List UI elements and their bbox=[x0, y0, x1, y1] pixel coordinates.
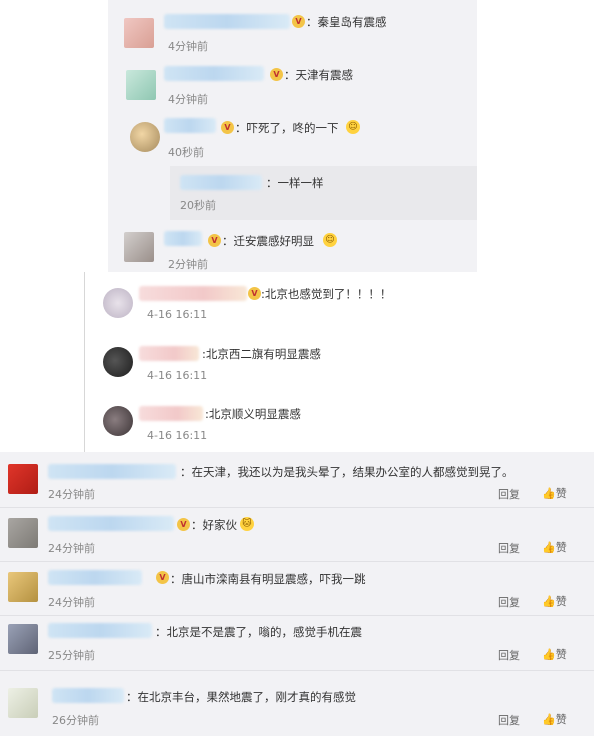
like-label: 赞 bbox=[555, 541, 567, 554]
avatar[interactable] bbox=[8, 518, 38, 548]
vip-badge-icon: V bbox=[248, 287, 261, 300]
avatar[interactable] bbox=[8, 688, 38, 718]
like-label: 赞 bbox=[555, 595, 567, 608]
username-blurred[interactable] bbox=[48, 464, 176, 479]
username-blurred[interactable] bbox=[139, 346, 199, 361]
thumbs-up-icon: 👍 bbox=[542, 713, 556, 726]
reply-button[interactable]: 回复 bbox=[498, 486, 520, 502]
divider bbox=[0, 670, 594, 671]
like-button[interactable]: 👍赞 bbox=[542, 539, 567, 555]
comment-text: ：迁安震感好明显 bbox=[222, 234, 314, 248]
like-label: 赞 bbox=[555, 648, 567, 661]
divider bbox=[0, 561, 594, 562]
avatar[interactable] bbox=[8, 572, 38, 602]
comment-text: :北京也感觉到了！！！！ bbox=[261, 287, 392, 301]
comment-panel-a: V ：秦皇岛有震感 4分钟前 V ：天津有震感 4分钟前 V ：吓死了，咚的一下… bbox=[108, 0, 477, 272]
sub-reply-time: 20秒前 bbox=[180, 199, 216, 212]
comment-text: ：在天津，我还以为是我头晕了，结果办公室的人都感觉到晃了。 bbox=[180, 465, 514, 479]
sub-reply-text: ：一样一样 bbox=[266, 176, 324, 190]
thumbs-up-icon: 👍 bbox=[542, 595, 556, 608]
like-button[interactable]: 👍赞 bbox=[542, 646, 567, 662]
comment-text: ：好家伙 bbox=[191, 518, 237, 532]
avatar[interactable] bbox=[8, 464, 38, 494]
comment-text: ：天津有震感 bbox=[284, 68, 353, 82]
sub-reply: ：一样一样 20秒前 bbox=[170, 166, 477, 220]
thumbs-up-icon: 👍 bbox=[542, 648, 556, 661]
thumbs-up-icon: 👍 bbox=[542, 541, 556, 554]
divider bbox=[0, 615, 594, 616]
username-blurred[interactable] bbox=[48, 570, 142, 585]
comment-time: 40秒前 bbox=[168, 146, 204, 159]
like-button[interactable]: 👍赞 bbox=[542, 711, 567, 727]
comment-text: :北京顺义明显震感 bbox=[205, 407, 301, 421]
reply-button[interactable]: 回复 bbox=[498, 540, 520, 556]
username-blurred[interactable] bbox=[139, 286, 247, 301]
vip-badge-icon: V bbox=[208, 234, 221, 247]
comment-panel-c: ：在天津，我还以为是我头晕了，结果办公室的人都感觉到晃了。 24分钟前 回复 👍… bbox=[0, 452, 594, 736]
emoji-icon: 🐱 bbox=[240, 517, 254, 531]
vip-badge-icon: V bbox=[292, 15, 305, 28]
reply-button[interactable]: 回复 bbox=[498, 594, 520, 610]
like-label: 赞 bbox=[555, 487, 567, 500]
avatar[interactable] bbox=[130, 122, 160, 152]
comment-time: 25分钟前 bbox=[48, 649, 95, 662]
vip-badge-icon: V bbox=[270, 68, 283, 81]
vip-badge-icon: V bbox=[221, 121, 234, 134]
emoji-icon: ☺ bbox=[323, 233, 337, 247]
username-blurred[interactable] bbox=[164, 231, 202, 246]
username-blurred[interactable] bbox=[48, 623, 152, 638]
comment-text: ：秦皇岛有震感 bbox=[306, 15, 387, 29]
comment-time: 2分钟前 bbox=[168, 258, 208, 271]
comment-time: 24分钟前 bbox=[48, 488, 95, 501]
reply-button[interactable]: 回复 bbox=[498, 647, 520, 663]
avatar[interactable] bbox=[8, 624, 38, 654]
avatar[interactable] bbox=[126, 70, 156, 100]
comment-text: ：吓死了，咚的一下 bbox=[235, 121, 339, 135]
vip-badge-icon: V bbox=[177, 518, 190, 531]
thumbs-up-icon: 👍 bbox=[542, 487, 556, 500]
comment-panel-b: V :北京也感觉到了！！！！ 4-16 16:11 :北京西二旗有明显震感 4-… bbox=[84, 272, 594, 452]
comment-text: ：北京是不是震了，嗡的，感觉手机在震 bbox=[155, 625, 362, 639]
vip-badge-icon: V bbox=[156, 571, 169, 584]
avatar[interactable] bbox=[124, 232, 154, 262]
avatar[interactable] bbox=[103, 347, 133, 377]
like-button[interactable]: 👍赞 bbox=[542, 485, 567, 501]
username-blurred[interactable] bbox=[164, 118, 216, 133]
emoji-icon: ☺ bbox=[346, 120, 360, 134]
avatar[interactable] bbox=[124, 18, 154, 48]
comment-time: 26分钟前 bbox=[52, 714, 99, 727]
avatar[interactable] bbox=[103, 406, 133, 436]
comment-time: 4-16 16:11 bbox=[147, 429, 208, 442]
username-blurred[interactable] bbox=[48, 516, 174, 531]
avatar[interactable] bbox=[103, 288, 133, 318]
comment-text: :北京西二旗有明显震感 bbox=[202, 347, 321, 361]
username-blurred[interactable] bbox=[52, 688, 124, 703]
username-blurred[interactable] bbox=[180, 175, 262, 190]
comment-time: 24分钟前 bbox=[48, 542, 95, 555]
like-label: 赞 bbox=[555, 713, 567, 726]
comment-text: ：在北京丰台，果然地震了，刚才真的有感觉 bbox=[126, 690, 356, 704]
comment-time: 4-16 16:11 bbox=[147, 369, 208, 382]
comment-text: ：唐山市滦南县有明显震感，吓我一跳 bbox=[170, 572, 366, 586]
username-blurred[interactable] bbox=[164, 14, 290, 29]
divider bbox=[0, 507, 594, 508]
comment-time: 24分钟前 bbox=[48, 596, 95, 609]
like-button[interactable]: 👍赞 bbox=[542, 593, 567, 609]
reply-button[interactable]: 回复 bbox=[498, 712, 520, 728]
comment-time: 4分钟前 bbox=[168, 40, 208, 53]
username-blurred[interactable] bbox=[139, 406, 203, 421]
username-blurred[interactable] bbox=[164, 66, 264, 81]
comment-time: 4-16 16:11 bbox=[147, 308, 208, 321]
comment-time: 4分钟前 bbox=[168, 93, 208, 106]
